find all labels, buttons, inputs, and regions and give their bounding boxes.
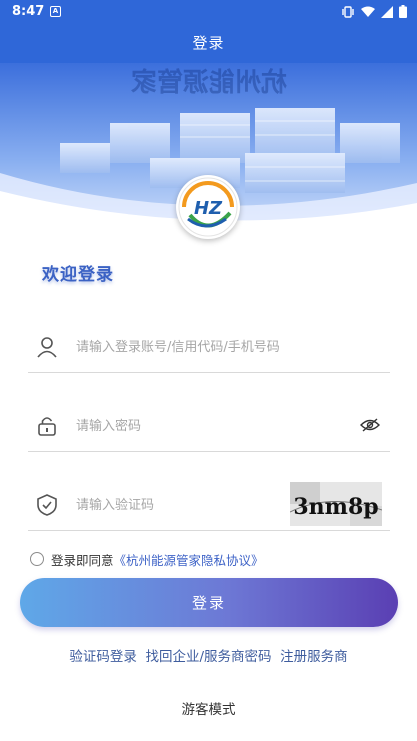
captcha-field: 3nm8p: [28, 480, 390, 531]
account-input[interactable]: [76, 334, 346, 360]
banner-skyline-text: 杭州能源管家: [131, 67, 287, 98]
status-icons: [341, 5, 407, 18]
agreement-text: 登录即同意: [51, 552, 114, 568]
account-field: [28, 322, 390, 373]
title-bar: 登录: [0, 24, 417, 63]
page-title: 登录: [192, 34, 225, 52]
battery-icon: [399, 5, 407, 18]
captcha-graphic: 3nm8p: [290, 482, 382, 526]
status-bar: 8:47 A: [0, 0, 417, 24]
captcha-text: 3nm8p: [293, 494, 378, 520]
agreement-checkbox[interactable]: [30, 552, 44, 566]
auxiliary-links: 验证码登录 找回企业/服务商密码 注册服务商: [0, 645, 417, 665]
captcha-input[interactable]: [76, 492, 256, 518]
shield-check-icon: [37, 494, 57, 516]
captcha-image[interactable]: 3nm8p: [290, 482, 382, 526]
password-field: [28, 401, 390, 452]
login-button[interactable]: 登录: [20, 578, 398, 627]
password-input[interactable]: [76, 413, 346, 439]
agreement-row: 登录即同意 《杭州能源管家隐私协议》: [30, 549, 264, 569]
status-time: 8:47: [12, 4, 45, 19]
register-provider-link[interactable]: 注册服务商: [280, 645, 348, 665]
app-logo: HZ: [176, 175, 240, 239]
wifi-icon: [361, 6, 375, 17]
user-icon: [37, 337, 57, 358]
signal-icon: [381, 5, 393, 18]
sms-login-link[interactable]: 验证码登录: [69, 645, 137, 665]
vibrate-icon: [342, 5, 354, 18]
logo-emblem-icon: HZ: [178, 177, 238, 237]
privacy-policy-link[interactable]: 《杭州能源管家隐私协议》: [114, 550, 264, 569]
lock-icon: [38, 417, 56, 436]
notification-icon: A: [50, 6, 61, 17]
guest-mode-link[interactable]: 游客模式: [0, 698, 417, 718]
welcome-heading: 欢迎登录: [42, 265, 114, 285]
recover-password-link[interactable]: 找回企业/服务商密码: [145, 645, 271, 665]
eye-off-icon[interactable]: [360, 417, 380, 433]
logo-text: HZ: [194, 198, 223, 219]
